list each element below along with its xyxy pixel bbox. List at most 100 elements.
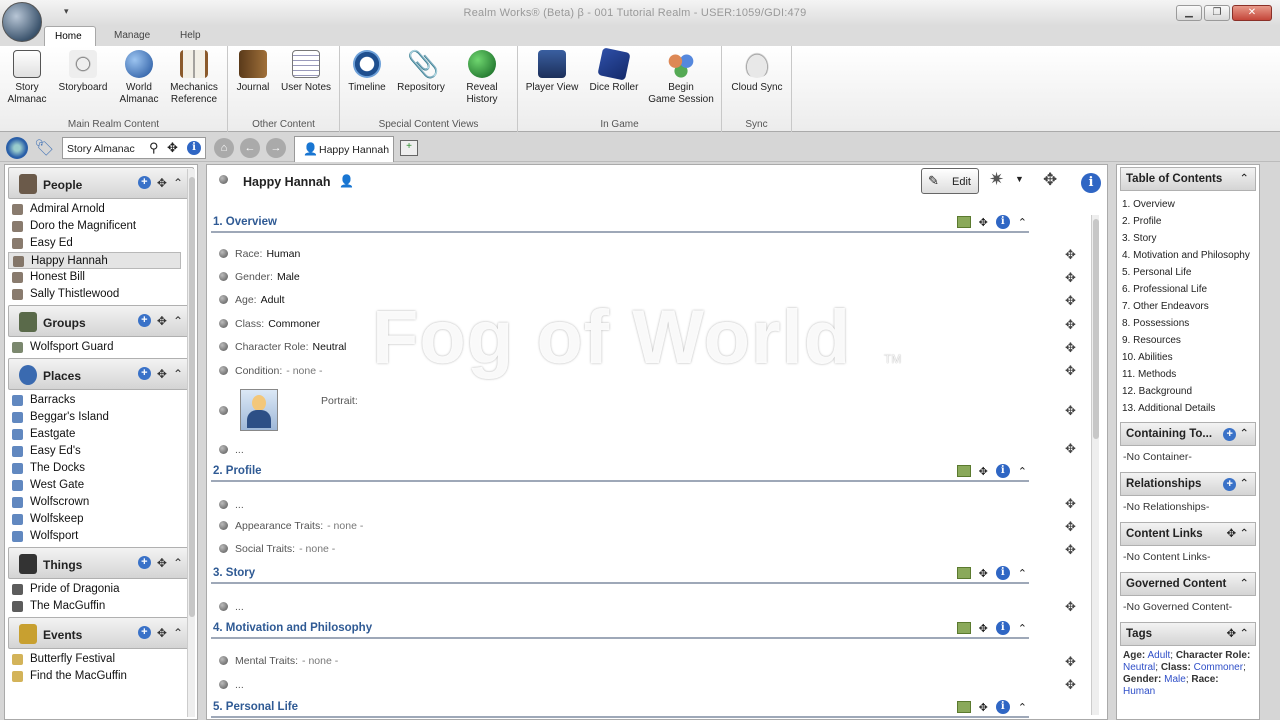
list-item[interactable]: West Gate <box>8 477 181 494</box>
add-snippet-icon[interactable] <box>956 216 971 228</box>
tools-icon[interactable]: ✥ <box>157 367 167 381</box>
list-item[interactable]: Sally Thistlewood <box>8 286 181 303</box>
tab-help[interactable]: Help <box>170 26 211 46</box>
back-icon[interactable]: ← <box>240 138 260 158</box>
add-icon[interactable]: + <box>137 556 151 569</box>
collapse-icon[interactable]: ⌃ <box>1018 567 1027 580</box>
close-button[interactable]: ✕ <box>1232 5 1272 21</box>
collapse-icon[interactable]: ⌃ <box>173 176 183 190</box>
category-groups[interactable]: Groups + ✥ ⌃ <box>8 305 194 337</box>
field-tools-icon[interactable]: ✥ <box>1065 270 1076 286</box>
topic-tab[interactable]: 👤 Happy Hannah <box>294 136 394 162</box>
reveal-web-icon[interactable]: ✷ <box>989 169 1004 190</box>
story-almanac-button[interactable]: Story Almanac <box>6 50 48 106</box>
category-places[interactable]: Places + ✥ ⌃ <box>8 358 194 390</box>
add-snippet-icon[interactable] <box>956 465 971 477</box>
field-tools-icon[interactable]: ✥ <box>1065 317 1076 333</box>
wrench-icon[interactable]: ✥ <box>167 140 178 156</box>
field-more-profile[interactable]: ... <box>219 499 244 511</box>
add-icon[interactable]: + <box>137 314 151 327</box>
restore-button[interactable]: ❐ <box>1204 5 1230 21</box>
governed-content-header[interactable]: Governed Content ⌃ <box>1120 572 1256 596</box>
field-tools-icon[interactable]: ✥ <box>1065 654 1076 670</box>
field-tools-icon[interactable]: ✥ <box>1065 403 1076 419</box>
section-tools-icon[interactable]: ✥ <box>979 567 988 580</box>
section-tools-icon[interactable]: ✥ <box>979 465 988 478</box>
field-more-motivation[interactable]: ... <box>219 679 244 691</box>
section-overview[interactable]: 1. Overview ✥ i ⌃ <box>211 213 1029 233</box>
list-item[interactable]: Butterfly Festival <box>8 651 181 668</box>
toc-item[interactable]: 1. Overview <box>1122 196 1259 213</box>
tab-manage[interactable]: Manage <box>104 26 160 46</box>
repository-button[interactable]: 📎 Repository <box>394 50 448 94</box>
user-notes-button[interactable]: User Notes <box>278 50 334 94</box>
field-tools-icon[interactable]: ✥ <box>1065 542 1076 558</box>
content-links-header[interactable]: Content Links ✥ ⌃ <box>1120 522 1256 546</box>
add-icon[interactable]: + <box>137 176 151 189</box>
collapse-icon[interactable]: ⌃ <box>1239 428 1249 440</box>
tools-icon[interactable]: ✥ <box>157 556 167 570</box>
field-more-overview[interactable]: ... <box>219 444 244 456</box>
category-people[interactable]: People + ✥ ⌃ <box>8 167 194 199</box>
field-more-story[interactable]: ... <box>219 601 244 613</box>
collapse-icon[interactable]: ⌃ <box>173 556 183 570</box>
timeline-button[interactable]: Timeline <box>346 50 388 94</box>
section-personal-life[interactable]: 5. Personal Life ✥ i ⌃ <box>211 698 1029 718</box>
add-icon[interactable]: + <box>1223 428 1237 441</box>
field-tools-icon[interactable]: ✥ <box>1065 340 1076 356</box>
add-snippet-icon[interactable] <box>956 567 971 579</box>
app-logo-button[interactable] <box>2 2 42 42</box>
list-item[interactable]: Doro the Magnificent <box>8 218 181 235</box>
collapse-icon[interactable]: ⌃ <box>1239 478 1249 490</box>
topic-tools-icon[interactable]: ✥ <box>1043 170 1057 190</box>
list-item[interactable]: Admiral Arnold <box>8 201 181 218</box>
tools-icon[interactable]: ✥ <box>1227 528 1237 540</box>
add-snippet-icon[interactable] <box>956 701 971 713</box>
collapse-icon[interactable]: ⌃ <box>1239 528 1249 540</box>
dice-roller-button[interactable]: Dice Roller <box>588 47 640 94</box>
edit-button[interactable]: ✎ Edit <box>921 168 979 194</box>
list-item[interactable]: Easy Ed's <box>8 443 181 460</box>
list-item[interactable]: Eastgate <box>8 426 181 443</box>
toc-item[interactable]: 7. Other Endeavors <box>1122 298 1259 315</box>
relationships-header[interactable]: Relationships + ⌃ <box>1120 472 1256 496</box>
section-tools-icon[interactable]: ✥ <box>979 216 988 229</box>
field-tools-icon[interactable]: ✥ <box>1065 293 1076 309</box>
main-scrollbar[interactable] <box>1091 215 1099 715</box>
category-events[interactable]: Events + ✥ ⌃ <box>8 617 194 649</box>
section-tools-icon[interactable]: ✥ <box>979 622 988 635</box>
toc-item[interactable]: 4. Motivation and Philosophy <box>1122 247 1259 264</box>
collapse-icon[interactable]: ⌃ <box>173 314 183 328</box>
section-story[interactable]: 3. Story ✥ i ⌃ <box>211 564 1029 584</box>
toc-item[interactable]: 11. Methods <box>1122 366 1259 383</box>
list-item[interactable]: Honest Bill <box>8 269 181 286</box>
tools-icon[interactable]: ✥ <box>157 176 167 190</box>
add-icon[interactable]: + <box>1223 478 1237 491</box>
collapse-icon[interactable]: ⌃ <box>173 367 183 381</box>
home-icon[interactable]: ⌂ <box>214 138 234 158</box>
player-view-button[interactable]: Player View <box>524 50 580 94</box>
toc-item[interactable]: 8. Possessions <box>1122 315 1259 332</box>
list-item[interactable]: Pride of Dragonia <box>8 581 181 598</box>
world-almanac-button[interactable]: World Almanac <box>116 50 162 106</box>
toc-header[interactable]: Table of Contents ⌃ <box>1120 167 1256 191</box>
list-item[interactable]: Wolfsport Guard <box>8 339 181 356</box>
storyboard-button[interactable]: Storyboard <box>54 50 112 94</box>
new-tab-icon[interactable]: + <box>400 140 418 156</box>
toc-item[interactable]: 13. Additional Details <box>1122 400 1259 417</box>
collapse-icon[interactable]: ⌃ <box>1239 573 1249 595</box>
category-things[interactable]: Things + ✥ ⌃ <box>8 547 194 579</box>
list-item[interactable]: Easy Ed <box>8 235 181 252</box>
field-tools-icon[interactable]: ✥ <box>1065 496 1076 512</box>
section-info-icon[interactable]: i <box>995 700 1010 714</box>
containing-header[interactable]: Containing To... + ⌃ <box>1120 422 1256 446</box>
toc-item[interactable]: 2. Profile <box>1122 213 1259 230</box>
search-icon[interactable]: ⚲ <box>149 140 159 156</box>
section-profile[interactable]: 2. Profile ✥ i ⌃ <box>211 462 1029 482</box>
toc-item[interactable]: 10. Abilities <box>1122 349 1259 366</box>
collapse-icon[interactable]: ⌃ <box>1018 465 1027 478</box>
field-tools-icon[interactable]: ✥ <box>1065 519 1076 535</box>
tools-icon[interactable]: ✥ <box>157 314 167 328</box>
cloud-sync-button[interactable]: Cloud Sync <box>728 50 786 94</box>
collapse-icon[interactable]: ⌃ <box>1239 628 1249 640</box>
